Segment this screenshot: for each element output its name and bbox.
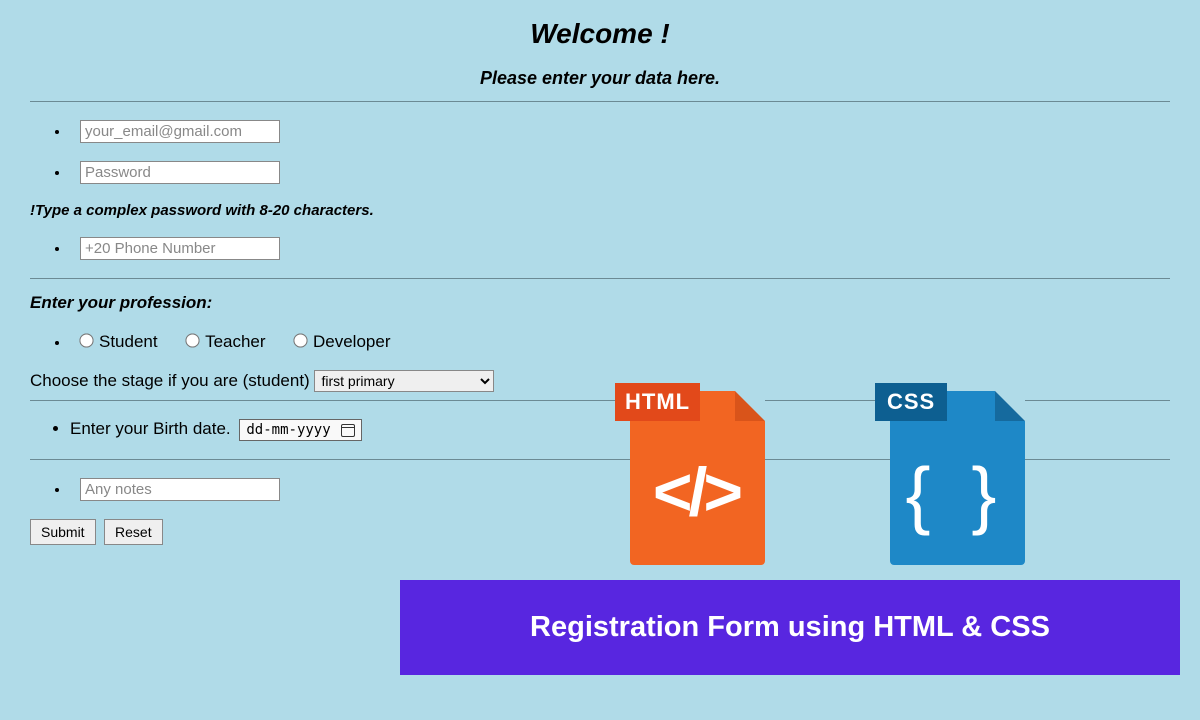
page-subtitle: Please enter your data here.	[30, 68, 1170, 89]
banner: Registration Form using HTML & CSS	[400, 580, 1180, 675]
list-item	[70, 161, 1170, 184]
reset-button[interactable]: Reset	[104, 519, 163, 545]
radio-student[interactable]	[79, 333, 93, 347]
css-badge: CSS	[875, 383, 947, 421]
radio-developer-label: Developer	[313, 332, 391, 351]
submit-button[interactable]: Submit	[30, 519, 96, 545]
radio-teacher-label: Teacher	[205, 332, 265, 351]
password-hint: !Type a complex password with 8-20 chara…	[30, 202, 1170, 219]
css-file-icon: CSS { }	[880, 383, 1032, 567]
email-input[interactable]	[80, 120, 280, 143]
calendar-icon[interactable]	[341, 424, 355, 437]
css-symbol: { }	[880, 451, 1032, 537]
html-badge: HTML	[615, 383, 700, 421]
birth-date-input[interactable]: dd-mm-yyyy	[239, 419, 361, 441]
list-item	[70, 120, 1170, 143]
birth-label: Enter your Birth date.	[70, 419, 231, 438]
phone-input[interactable]	[80, 237, 280, 260]
divider	[30, 278, 1170, 279]
profession-radios: Student Teacher Developer	[70, 331, 1170, 352]
notes-input[interactable]	[80, 478, 280, 501]
radio-teacher[interactable]	[185, 333, 199, 347]
divider	[30, 101, 1170, 102]
radio-student-label: Student	[99, 332, 158, 351]
html-symbol: </>	[620, 453, 772, 531]
radio-developer[interactable]	[293, 333, 307, 347]
list-item	[70, 237, 1170, 260]
stage-label: Choose the stage if you are (student)	[30, 371, 310, 390]
page-title: Welcome !	[30, 18, 1170, 50]
password-input[interactable]	[80, 161, 280, 184]
stage-select[interactable]: first primary	[314, 370, 494, 392]
banner-text: Registration Form using HTML & CSS	[530, 611, 1050, 644]
date-placeholder: dd-mm-yyyy	[246, 422, 330, 438]
html-file-icon: HTML </>	[620, 383, 772, 567]
profession-heading: Enter your profession:	[30, 293, 1170, 313]
